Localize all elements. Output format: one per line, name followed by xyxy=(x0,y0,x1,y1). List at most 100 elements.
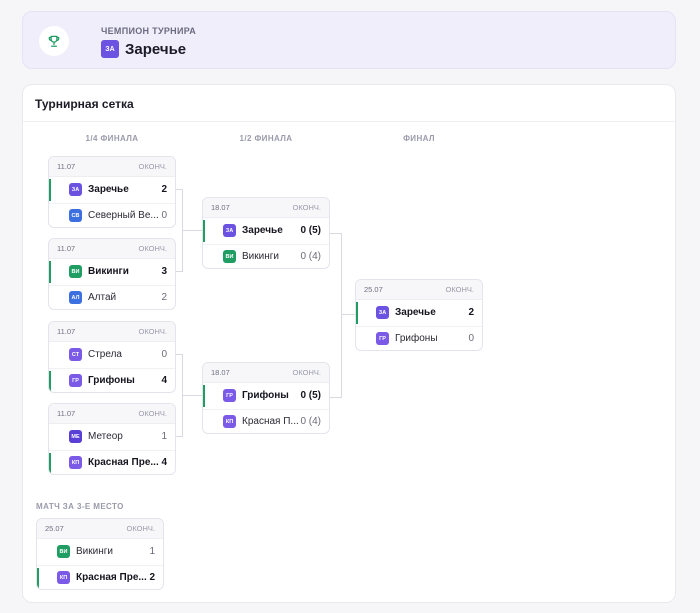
team-score: 0 xyxy=(468,333,474,345)
round-label-final: ФИНАЛ xyxy=(403,134,435,143)
champion-team: ЗА Заречье xyxy=(101,40,186,58)
team-score: 0 (5) xyxy=(300,225,321,237)
match-date: 18.07 xyxy=(211,203,230,212)
divider xyxy=(23,121,675,122)
team-score: 4 xyxy=(161,375,167,387)
match-status: ОКОНЧ. xyxy=(292,368,321,377)
team-name: Грифоны xyxy=(242,390,289,402)
team-name: Северный Ве... xyxy=(88,210,159,222)
team-row[interactable]: ВИ Викинги 3 xyxy=(49,259,175,285)
champion-banner: ЧЕМПИОН ТУРНИРА ЗА Заречье xyxy=(22,11,676,69)
team-badge: КП xyxy=(223,415,236,429)
match-date: 25.07 xyxy=(364,285,383,294)
team-badge: ВИ xyxy=(223,250,236,264)
round-label-sf: 1/2 ФИНАЛА xyxy=(239,134,293,143)
team-row[interactable]: ГР Грифоны 0 (5) xyxy=(203,383,329,409)
match-card[interactable]: 11.07 ОКОНЧ. ВИ Викинги 3 АЛ Алтай 2 xyxy=(48,238,176,310)
team-row[interactable]: СТ Стрела 0 xyxy=(49,342,175,368)
team-name: Грифоны xyxy=(395,333,438,345)
team-name: Заречье xyxy=(88,184,129,196)
match-header: 25.07 ОКОНЧ. xyxy=(356,280,482,300)
connector xyxy=(183,395,202,396)
team-row[interactable]: ГР Грифоны 0 xyxy=(356,325,482,351)
team-row[interactable]: ЗА Заречье 0 (5) xyxy=(203,218,329,244)
team-row[interactable]: КП Красная Пре... 4 xyxy=(49,449,175,475)
match-card[interactable]: 11.07 ОКОНЧ. МЕ Метеор 1 КП Красная Пре... 4 xyxy=(48,403,176,475)
team-name: Грифоны xyxy=(88,375,135,387)
team-badge: ГР xyxy=(223,389,236,403)
team-badge: ГР xyxy=(376,332,389,346)
team-row[interactable]: КП Красная Пре... 2 xyxy=(37,564,163,590)
team-badge: ЗА xyxy=(223,224,236,238)
team-name: Заречье xyxy=(242,225,283,237)
team-badge: ЗА xyxy=(101,40,119,58)
match-header: 11.07 ОКОНЧ. xyxy=(49,404,175,424)
team-name: Красная Пре... xyxy=(76,572,147,584)
champion-name: Заречье xyxy=(125,40,187,58)
team-badge: ЗА xyxy=(69,183,82,197)
match-card[interactable]: 25.07 ОКОНЧ. ВИ Викинги 1 КП Красная Пре... 2 xyxy=(36,518,164,590)
match-card[interactable]: 18.07 ОКОНЧ. ЗА Заречье 0 (5) ВИ Викинги 0 (4) xyxy=(202,197,330,269)
match-date: 18.07 xyxy=(211,368,230,377)
match-status: ОКОНЧ. xyxy=(138,162,167,171)
match-date: 11.07 xyxy=(57,327,76,336)
team-name: Метеор xyxy=(88,431,123,443)
team-row[interactable]: АЛ Алтай 2 xyxy=(49,284,175,310)
connector xyxy=(342,314,356,315)
match-date: 11.07 xyxy=(57,244,76,253)
team-score: 1 xyxy=(149,546,155,558)
team-score: 4 xyxy=(161,457,167,469)
team-score: 2 xyxy=(161,292,167,304)
team-badge: ВИ xyxy=(57,545,70,559)
team-badge: СТ xyxy=(69,348,82,362)
team-badge: КП xyxy=(57,571,70,585)
connector xyxy=(176,354,183,437)
team-row[interactable]: ВИ Викинги 1 xyxy=(37,539,163,565)
team-score: 3 xyxy=(161,266,167,278)
match-header: 11.07 ОКОНЧ. xyxy=(49,322,175,342)
connector xyxy=(183,230,202,231)
team-name: Красная П... xyxy=(242,416,299,428)
match-status: ОКОНЧ. xyxy=(292,203,321,212)
match-card[interactable]: 25.07 ОКОНЧ. ЗА Заречье 2 ГР Грифоны 0 xyxy=(355,279,483,351)
team-name: Викинги xyxy=(242,251,279,263)
match-date: 11.07 xyxy=(57,162,76,171)
team-score: 2 xyxy=(161,184,167,196)
match-status: ОКОНЧ. xyxy=(138,409,167,418)
match-card[interactable]: 11.07 ОКОНЧ. ЗА Заречье 2 СВ Северный Ве... 0 xyxy=(48,156,176,228)
third-place-label: МАТЧ ЗА 3-Е МЕСТО xyxy=(36,502,124,511)
team-row[interactable]: СВ Северный Ве... 0 xyxy=(49,202,175,228)
bracket-panel: Турнирная сетка 1/4 ФИНАЛА 1/2 ФИНАЛА ФИ… xyxy=(22,84,676,603)
team-name: Заречье xyxy=(395,307,436,319)
team-row[interactable]: КП Красная П... 0 (4) xyxy=(203,408,329,434)
champion-label: ЧЕМПИОН ТУРНИРА xyxy=(101,26,197,36)
match-header: 18.07 ОКОНЧ. xyxy=(203,198,329,218)
team-score: 2 xyxy=(468,307,474,319)
team-badge: ВИ xyxy=(69,265,82,279)
connector xyxy=(330,233,342,398)
team-score: 0 xyxy=(161,349,167,361)
trophy-icon xyxy=(39,26,69,56)
match-card[interactable]: 11.07 ОКОНЧ. СТ Стрела 0 ГР Грифоны 4 xyxy=(48,321,176,393)
match-date: 25.07 xyxy=(45,524,64,533)
team-row[interactable]: МЕ Метеор 1 xyxy=(49,424,175,450)
match-date: 11.07 xyxy=(57,409,76,418)
match-card[interactable]: 18.07 ОКОНЧ. ГР Грифоны 0 (5) КП Красная П... 0… xyxy=(202,362,330,434)
team-badge: СВ xyxy=(69,209,82,223)
team-name: Алтай xyxy=(88,292,117,304)
team-score: 0 (5) xyxy=(300,390,321,402)
team-row[interactable]: ВИ Викинги 0 (4) xyxy=(203,243,329,269)
team-name: Викинги xyxy=(76,546,113,558)
bracket-title: Турнирная сетка xyxy=(35,97,134,111)
team-name: Стрела xyxy=(88,349,122,361)
match-header: 25.07 ОКОНЧ. xyxy=(37,519,163,539)
match-status: ОКОНЧ. xyxy=(138,244,167,253)
team-row[interactable]: ГР Грифоны 4 xyxy=(49,367,175,393)
match-header: 11.07 ОКОНЧ. xyxy=(49,239,175,259)
team-row[interactable]: ЗА Заречье 2 xyxy=(49,177,175,203)
team-score: 1 xyxy=(161,431,167,443)
team-score: 0 xyxy=(161,210,167,222)
connector xyxy=(176,189,183,272)
team-row[interactable]: ЗА Заречье 2 xyxy=(356,300,482,326)
team-name: Викинги xyxy=(88,266,129,278)
